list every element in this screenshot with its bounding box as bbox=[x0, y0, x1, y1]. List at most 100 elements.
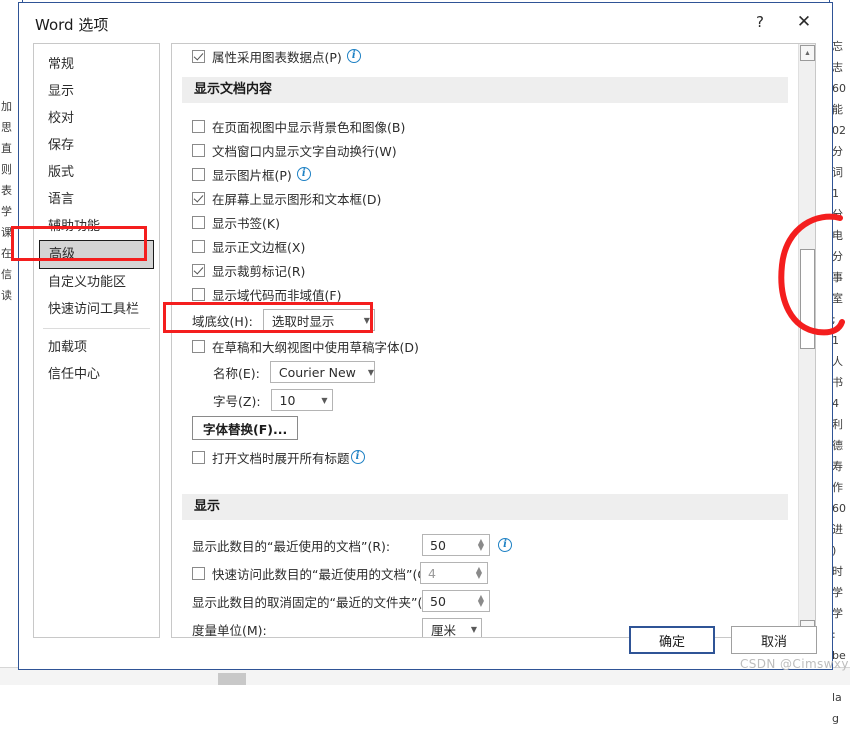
checkbox-label-show-drawings: 在屏幕上显示图形和文本框(D) bbox=[212, 189, 381, 208]
checkbox-row-use-draft-font[interactable]: 在草稿和大纲视图中使用草稿字体(D) bbox=[172, 334, 798, 358]
checkbox-show-field-codes[interactable] bbox=[192, 288, 205, 301]
checkbox-row-show-drawings[interactable]: 在屏幕上显示图形和文本框(D) bbox=[172, 186, 798, 210]
sidebar-item-proofing[interactable]: 校对 bbox=[34, 105, 159, 132]
spinner-arrows-recent-documents[interactable]: ▲▼ bbox=[478, 539, 487, 551]
font-substitution-button[interactable]: 字体替换(F)... bbox=[192, 416, 298, 440]
checkbox-show-text-boundaries[interactable] bbox=[192, 240, 205, 253]
recent-folders-value: 50 bbox=[430, 594, 446, 609]
sidebar-item-trust-center[interactable]: 信任中心 bbox=[34, 361, 159, 388]
chevron-down-icon-font-name: ▼ bbox=[356, 368, 374, 377]
options-sidebar: 常规 显示 校对 保存 版式 语言 辅助功能 高级 自定义功能区 快速访问工具栏… bbox=[33, 43, 160, 638]
sidebar-item-save[interactable]: 保存 bbox=[34, 132, 159, 159]
ok-button[interactable]: 确定 bbox=[629, 626, 715, 654]
spinner-arrows-quick-access-documents[interactable]: ▲▼ bbox=[476, 567, 485, 579]
recent-documents-spinner[interactable]: 50 ▲▼ bbox=[422, 534, 490, 556]
checkbox-label-expand-all-headings: 打开文档时展开所有标题 bbox=[212, 448, 350, 467]
chevron-down-icon-field-shading: ▼ bbox=[352, 316, 370, 325]
checkbox-label-show-background-colors: 在页面视图中显示背景色和图像(B) bbox=[212, 117, 405, 136]
sidebar-item-language[interactable]: 语言 bbox=[34, 186, 159, 213]
draft-font-size-row: 字号(Z): 10 ▼ bbox=[172, 386, 798, 414]
background-text-left: 加 思 直 则 表 学 课 在 信 读 bbox=[1, 96, 19, 306]
draft-font-size-label: 字号(Z): bbox=[213, 391, 261, 410]
checkbox-expand-all-headings[interactable] bbox=[192, 451, 205, 464]
spinner-arrows-recent-folders[interactable]: ▲▼ bbox=[478, 595, 487, 607]
checkbox-row-chart-data-point-properties[interactable]: 属性采用图表数据点(P) i bbox=[172, 46, 798, 66]
info-icon-chart-data-point-properties[interactable]: i bbox=[347, 49, 361, 63]
options-scroll-content: 属性采用图表数据点(P) i 显示文档内容 在页面视图中显示背景色和图像(B) … bbox=[172, 44, 798, 637]
section-header-document-content: 显示文档内容 bbox=[182, 77, 788, 103]
checkbox-row-show-picture-placeholders[interactable]: 显示图片框(P) i bbox=[172, 162, 798, 186]
sidebar-divider bbox=[43, 328, 150, 329]
quick-access-documents-spinner[interactable]: 4 ▲▼ bbox=[420, 562, 488, 584]
checkbox-label-show-crop-marks: 显示裁剪标记(R) bbox=[212, 261, 305, 280]
sidebar-item-display[interactable]: 显示 bbox=[34, 78, 159, 105]
sidebar-item-customize-ribbon[interactable]: 自定义功能区 bbox=[34, 269, 159, 296]
sidebar-item-layout[interactable]: 版式 bbox=[34, 159, 159, 186]
field-shading-label: 域底纹(H): bbox=[192, 311, 253, 330]
checkbox-show-bookmarks[interactable] bbox=[192, 216, 205, 229]
quick-access-documents-row: 快速访问此数目的“最近使用的文档”(Q): 4 ▲▼ bbox=[172, 559, 798, 587]
sidebar-item-general[interactable]: 常规 bbox=[34, 51, 159, 78]
checkbox-show-crop-marks[interactable] bbox=[192, 264, 205, 277]
background-text-right: 忘 志 60 能 02 分 词 1 分 电 分 事 室 ; 1 人 书 4 利 … bbox=[832, 36, 850, 729]
draft-font-name-value: Courier New bbox=[279, 365, 356, 380]
scrollbar-thumb[interactable] bbox=[800, 249, 815, 349]
info-icon-expand-all-headings[interactable]: i bbox=[351, 450, 365, 464]
main-pane-scrollbar[interactable]: ▲ ▼ bbox=[798, 44, 815, 637]
checkbox-row-show-bookmarks[interactable]: 显示书签(K) bbox=[172, 210, 798, 234]
checkbox-quick-access-documents[interactable] bbox=[192, 567, 205, 580]
checkbox-show-picture-placeholders[interactable] bbox=[192, 168, 205, 181]
checkbox-label-show-bookmarks: 显示书签(K) bbox=[212, 213, 280, 232]
quick-access-documents-value: 4 bbox=[428, 566, 436, 581]
checkbox-wrap-text-to-window[interactable] bbox=[192, 144, 205, 157]
recent-documents-row: 显示此数目的“最近使用的文档”(R): 50 ▲▼ i bbox=[172, 531, 798, 559]
dialog-title: Word 选项 bbox=[35, 14, 108, 35]
font-substitution-row: 字体替换(F)... bbox=[172, 414, 798, 442]
recent-folders-spinner[interactable]: 50 ▲▼ bbox=[422, 590, 490, 612]
checkbox-label-show-picture-placeholders: 显示图片框(P) bbox=[212, 165, 292, 184]
dialog-footer: 确定 取消 bbox=[19, 617, 832, 669]
checkbox-row-show-crop-marks[interactable]: 显示裁剪标记(R) bbox=[172, 258, 798, 282]
recent-folders-row: 显示此数目的取消固定的“最近的文件夹”(F): 50 ▲▼ bbox=[172, 587, 798, 615]
info-icon-show-picture-placeholders[interactable]: i bbox=[297, 167, 311, 181]
checkbox-use-draft-font[interactable] bbox=[192, 340, 205, 353]
sidebar-item-advanced[interactable]: 高级 bbox=[39, 240, 154, 269]
dialog-titlebar: Word 选项 ? ✕ bbox=[19, 3, 832, 43]
checkbox-label-use-draft-font: 在草稿和大纲视图中使用草稿字体(D) bbox=[212, 337, 419, 356]
sidebar-item-quick-access-toolbar[interactable]: 快速访问工具栏 bbox=[34, 296, 159, 323]
field-shading-dropdown[interactable]: 选取时显示 ▼ bbox=[263, 309, 375, 331]
recent-documents-value: 50 bbox=[430, 538, 446, 553]
section-header-display: 显示 bbox=[182, 494, 788, 520]
draft-font-name-label: 名称(E): bbox=[213, 363, 260, 382]
scroll-up-icon[interactable]: ▲ bbox=[800, 45, 815, 61]
watermark: CSDN @Cimswxy bbox=[740, 657, 849, 671]
checkbox-label-wrap-text-to-window: 文档窗口内显示文字自动换行(W) bbox=[212, 141, 397, 160]
recent-folders-label: 显示此数目的取消固定的“最近的文件夹”(F): bbox=[192, 592, 422, 611]
checkbox-row-show-background-colors[interactable]: 在页面视图中显示背景色和图像(B) bbox=[172, 114, 798, 138]
cancel-button[interactable]: 取消 bbox=[731, 626, 817, 654]
checkbox-row-show-text-boundaries[interactable]: 显示正文边框(X) bbox=[172, 234, 798, 258]
checkbox-label-show-text-boundaries: 显示正文边框(X) bbox=[212, 237, 305, 256]
draft-font-size-value: 10 bbox=[280, 393, 296, 408]
chevron-down-icon-font-size: ▼ bbox=[309, 396, 327, 405]
field-shading-value: 选取时显示 bbox=[272, 311, 335, 330]
checkbox-label-show-field-codes: 显示域代码而非域值(F) bbox=[212, 285, 341, 304]
draft-font-name-dropdown[interactable]: Courier New ▼ bbox=[270, 361, 375, 383]
checkbox-row-wrap-text-to-window[interactable]: 文档窗口内显示文字自动换行(W) bbox=[172, 138, 798, 162]
field-shading-row: 域底纹(H): 选取时显示 ▼ bbox=[172, 306, 798, 334]
close-icon[interactable]: ✕ bbox=[784, 7, 824, 37]
checkbox-row-show-field-codes[interactable]: 显示域代码而非域值(F) bbox=[172, 282, 798, 306]
checkbox-row-expand-all-headings[interactable]: 打开文档时展开所有标题 i bbox=[172, 445, 798, 469]
help-icon[interactable]: ? bbox=[740, 7, 780, 37]
quick-access-documents-label: 快速访问此数目的“最近使用的文档”(Q): bbox=[212, 564, 420, 583]
info-icon-recent-documents[interactable]: i bbox=[498, 538, 512, 552]
sidebar-item-accessibility[interactable]: 辅助功能 bbox=[34, 213, 159, 240]
checkbox-show-background-colors[interactable] bbox=[192, 120, 205, 133]
sidebar-item-addins[interactable]: 加载项 bbox=[34, 334, 159, 361]
checkbox-label-chart-data-point-properties: 属性采用图表数据点(P) bbox=[212, 47, 342, 66]
draft-font-size-dropdown[interactable]: 10 ▼ bbox=[271, 389, 333, 411]
draft-font-name-row: 名称(E): Courier New ▼ bbox=[172, 358, 798, 386]
options-main-pane: 属性采用图表数据点(P) i 显示文档内容 在页面视图中显示背景色和图像(B) … bbox=[171, 43, 816, 638]
checkbox-chart-data-point-properties[interactable] bbox=[192, 50, 205, 63]
checkbox-show-drawings[interactable] bbox=[192, 192, 205, 205]
